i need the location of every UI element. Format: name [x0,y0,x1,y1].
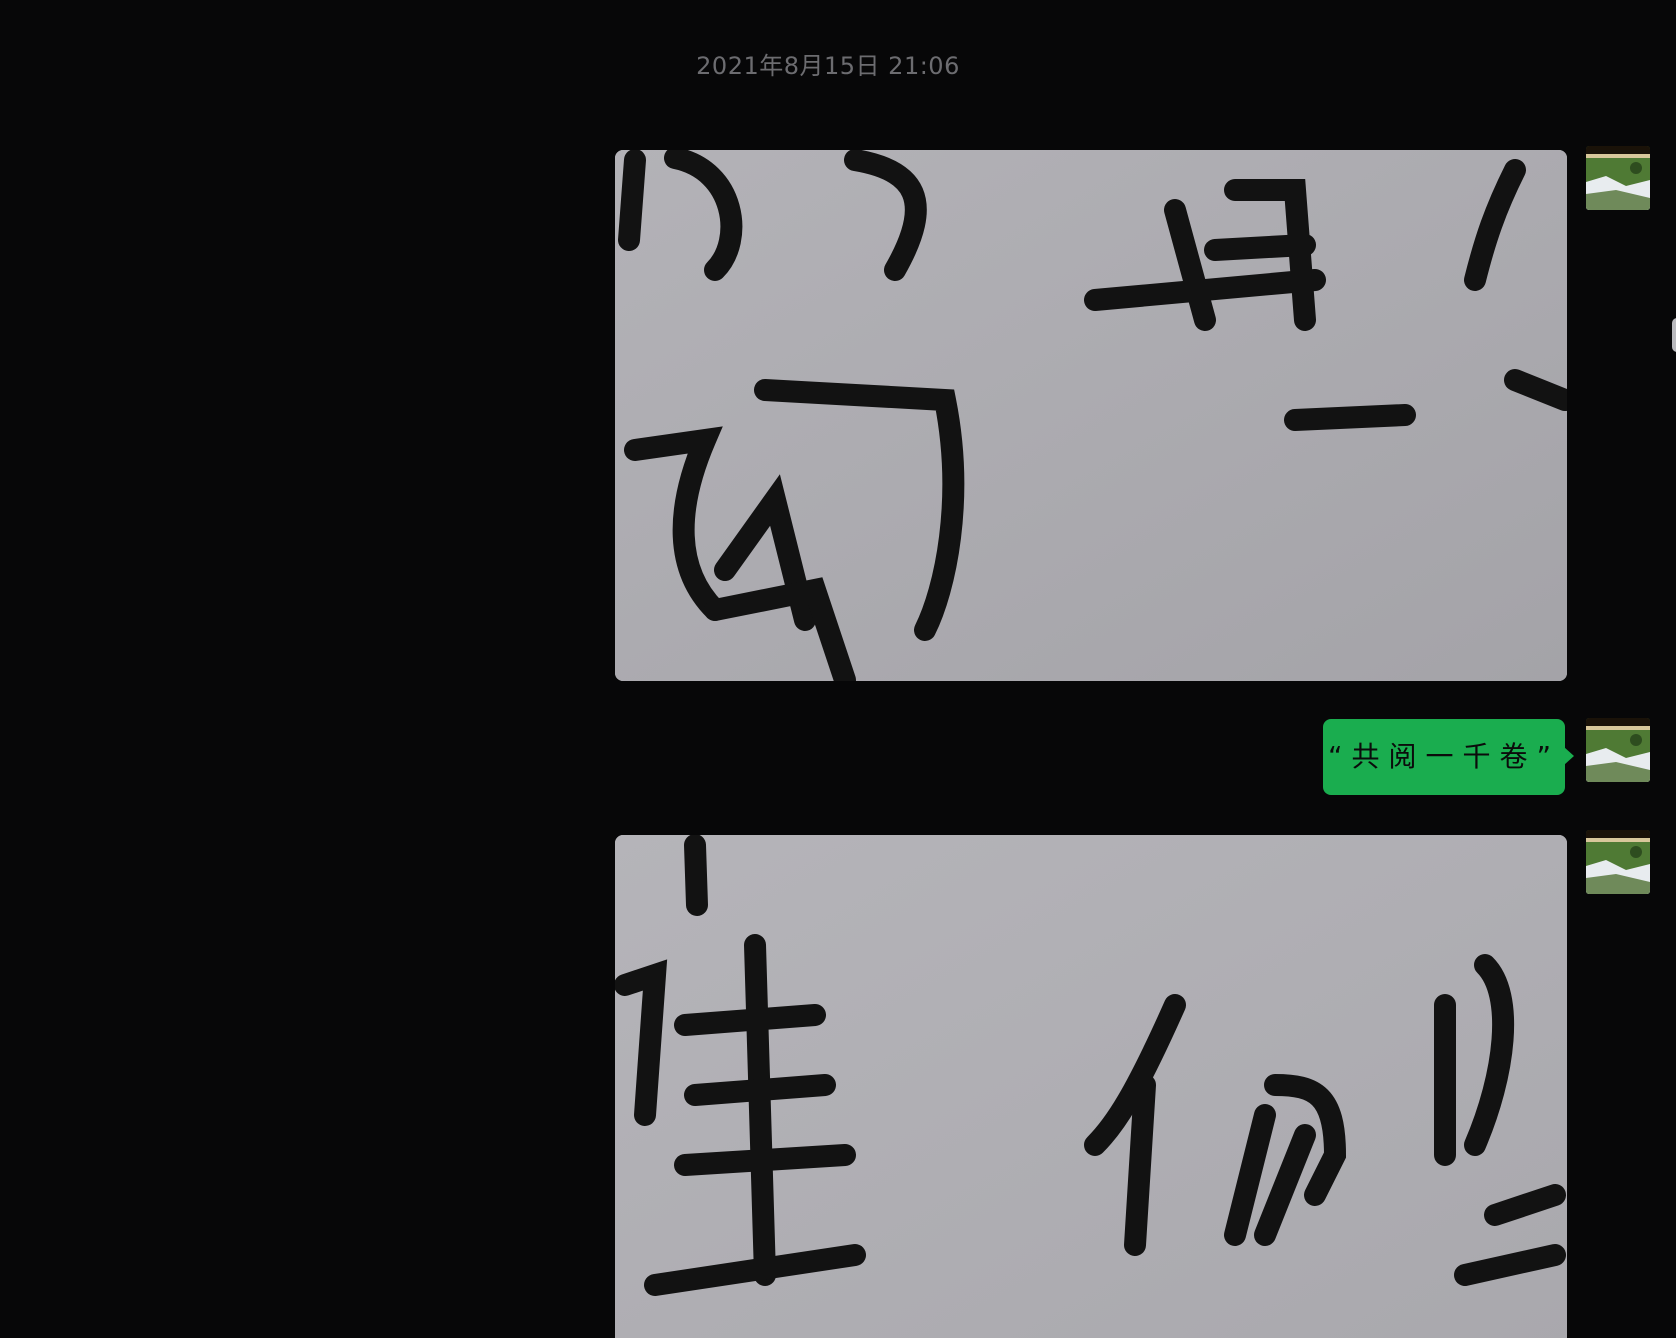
image-message[interactable] [615,150,1567,681]
chat-window: 2021年8月15日 21:06 “共阅一千卷” [0,0,1676,1338]
bubble-tail [1564,747,1574,765]
message-text: “共阅一千卷” [1327,740,1560,773]
sender-avatar[interactable] [1586,830,1650,894]
landscape-avatar-icon [1586,146,1650,210]
calligraphy-photo [615,150,1567,681]
scrollbar-thumb[interactable] [1672,318,1676,352]
message-timestamp: 2021年8月15日 21:06 [696,52,960,80]
landscape-avatar-icon [1586,830,1650,894]
text-message-bubble[interactable]: “共阅一千卷” [1323,719,1574,795]
sender-avatar[interactable] [1586,146,1650,210]
sender-avatar[interactable] [1586,718,1650,782]
calligraphy-photo [615,835,1567,1338]
image-message[interactable] [615,835,1567,1338]
landscape-avatar-icon [1586,718,1650,782]
